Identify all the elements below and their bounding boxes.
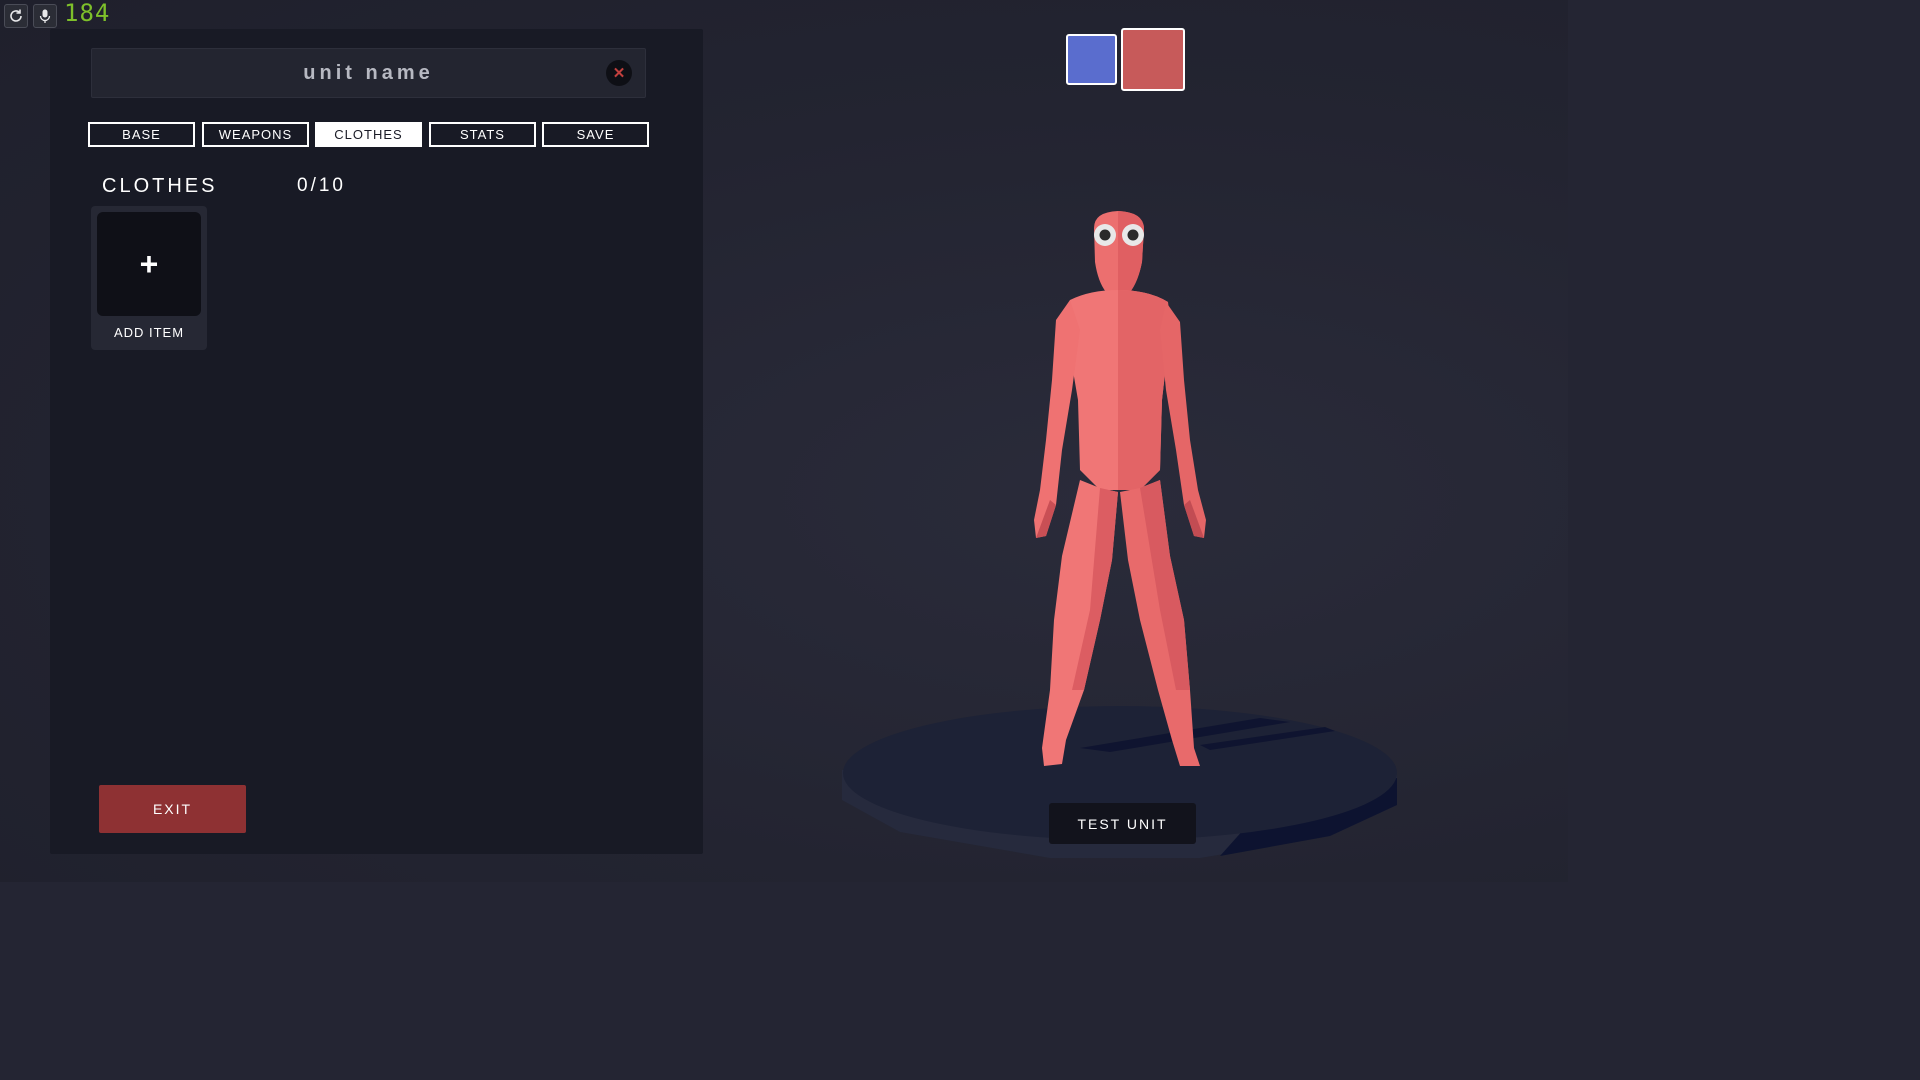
tab-stats[interactable]: STATS	[429, 122, 536, 147]
microphone-button[interactable]	[33, 4, 57, 28]
refresh-icon	[10, 9, 22, 22]
team-color-blue[interactable]	[1066, 34, 1117, 85]
clear-name-button[interactable]: ✕	[606, 60, 632, 86]
tab-base[interactable]: BASE	[88, 122, 195, 147]
close-icon: ✕	[612, 65, 626, 82]
unit-model	[1034, 211, 1206, 766]
team-color-red[interactable]	[1121, 28, 1185, 91]
unit-preview-viewport[interactable]	[760, 150, 1500, 880]
plus-icon: +	[139, 246, 159, 282]
unit-name-input[interactable]: unit name	[91, 48, 646, 98]
item-count: 0/10	[297, 175, 346, 196]
tab-save[interactable]: SAVE	[542, 122, 649, 147]
refresh-button[interactable]	[4, 4, 28, 28]
add-item-label: ADD ITEM	[113, 325, 185, 340]
section-title: CLOTHES	[102, 175, 218, 197]
test-unit-button[interactable]: TEST UNIT	[1049, 803, 1196, 844]
add-item-tile: +	[97, 212, 201, 316]
fps-counter: 184	[64, 0, 111, 27]
tab-weapons[interactable]: WEAPONS	[202, 122, 309, 147]
unit-editor-panel: unit name ✕ BASE WEAPONS CLOTHES STATS S…	[50, 29, 703, 854]
add-item-button[interactable]: + ADD ITEM	[91, 206, 207, 350]
tab-clothes[interactable]: CLOTHES	[315, 122, 422, 147]
exit-button[interactable]: EXIT	[99, 785, 246, 833]
microphone-icon	[39, 9, 51, 23]
